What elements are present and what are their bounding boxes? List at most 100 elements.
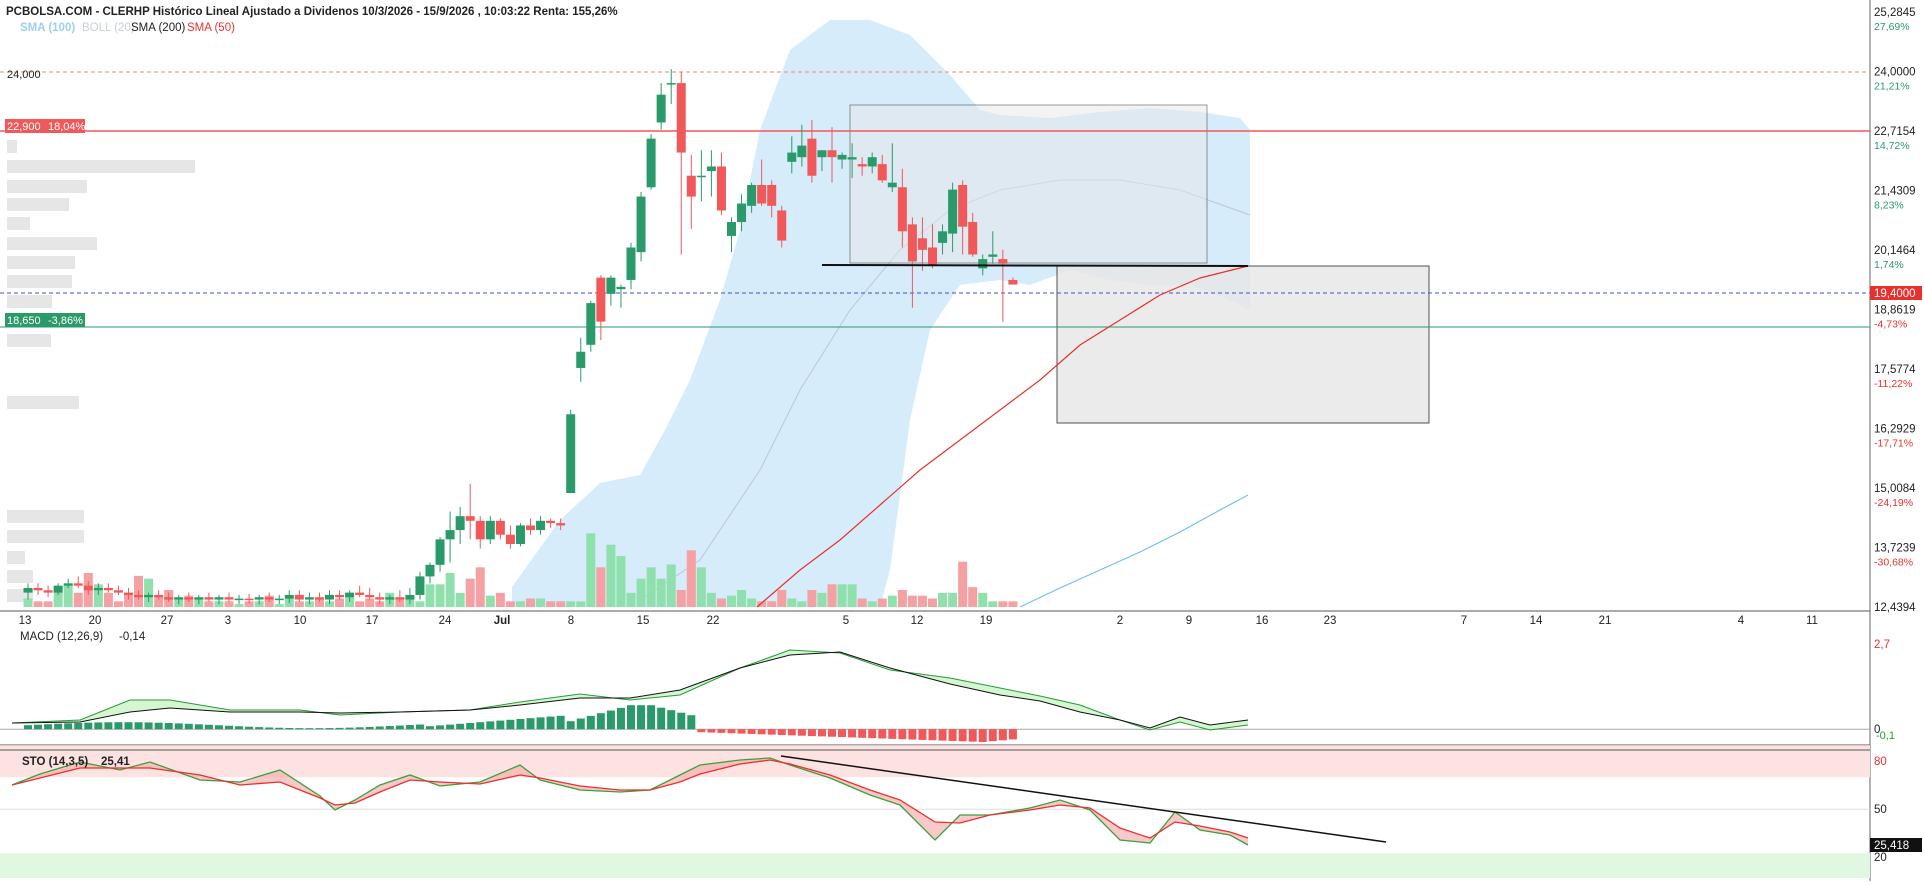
candle-body: [345, 592, 355, 598]
macd-histogram-bar: [516, 718, 525, 730]
macd-histogram-bar: [687, 715, 696, 730]
candle-body: [435, 539, 445, 565]
macd-histogram-bar: [345, 727, 354, 730]
candle-body: [938, 231, 948, 243]
x-tick-label: 16: [1256, 615, 1269, 627]
candle-body: [134, 594, 144, 598]
sto-panel: 80 50 2025,418: [0, 745, 1922, 878]
macd-histogram-bar: [777, 729, 786, 735]
macd-histogram-bar: [807, 729, 816, 737]
candle-body: [586, 303, 596, 345]
volume-bar: [495, 592, 505, 607]
candle-body: [375, 597, 385, 600]
sto-current-label: 25,418: [1874, 840, 1909, 852]
candle-body: [706, 166, 716, 172]
macd-histogram-bar: [506, 719, 515, 730]
macd-histogram-bar: [245, 726, 254, 730]
x-tick-label: 15: [637, 615, 650, 627]
macd-histogram-bar: [164, 723, 173, 730]
macd-histogram-bar: [828, 729, 836, 737]
candle-body: [626, 247, 636, 280]
volume-bar: [897, 590, 907, 607]
volume-bar: [636, 578, 646, 607]
volume-bar: [817, 592, 827, 607]
price-tick-pct: 27,69%: [1874, 21, 1910, 33]
volume-bar: [706, 592, 716, 607]
resistance-top-label: 24,000: [7, 69, 41, 81]
candle-body: [696, 175, 706, 178]
macd-histogram-bar: [998, 729, 1007, 741]
volume-bar: [958, 561, 968, 607]
volume-profile-bar: [7, 275, 72, 288]
candle-body: [23, 587, 33, 593]
x-tick-label: 11: [1806, 615, 1818, 627]
macd-histogram-bar: [838, 729, 847, 738]
macd-histogram-bar: [787, 729, 796, 736]
macd-histogram-bar: [747, 729, 756, 734]
candle-body: [867, 157, 877, 167]
x-tick-label: 20: [89, 615, 102, 627]
candle-body: [264, 597, 274, 600]
macd-histogram-bar: [255, 727, 264, 730]
candle-body: [63, 583, 73, 586]
volume-profile-bar: [7, 160, 195, 173]
sto-tick-label: 20: [1874, 852, 1887, 864]
macd-histogram-bar: [908, 729, 917, 740]
volume-bar: [355, 601, 365, 607]
neckline: [821, 264, 1249, 267]
volume-bar: [606, 544, 616, 607]
chart-root: 22,900 18,04% 18,650 -3,86% 2,7 0 -0,1 80 50 20…: [0, 0, 1924, 881]
candle-body: [395, 597, 405, 600]
price-tick-pct: -17,71%: [1874, 438, 1913, 450]
volume-bar: [335, 598, 345, 607]
volume-bar: [274, 604, 284, 607]
macd-histogram-bar: [44, 724, 53, 730]
candle-body: [144, 594, 154, 598]
macd-title: MACD (12,26,9): [20, 631, 103, 643]
candle-body: [385, 597, 395, 600]
candle-body: [284, 594, 294, 599]
macd-histogram-bar: [727, 729, 736, 734]
text-layer: PCBOLSA.COM - CLERHP Histórico Lineal Aj…: [6, 6, 618, 768]
candle-body: [425, 564, 435, 577]
candle-body: [968, 222, 978, 255]
macd-histogram-bar: [225, 725, 233, 730]
price-tick-label: 17,5774: [1874, 364, 1916, 376]
candle-body: [244, 598, 254, 601]
price-tick-pct: -11,22%: [1874, 378, 1912, 390]
volume-bar: [928, 598, 937, 607]
macd-histogram-bar: [134, 722, 143, 730]
volume-bar: [445, 573, 455, 607]
macd-histogram-bar: [385, 726, 394, 730]
macd-histogram-bar: [657, 707, 666, 730]
macd-histogram-bar: [737, 729, 746, 734]
candle-body: [978, 259, 988, 269]
price-tick-pct: -30,68%: [1874, 557, 1913, 569]
x-tick-label: 8: [568, 615, 574, 627]
volume-bar: [827, 584, 837, 607]
candle-body: [43, 590, 53, 593]
macd-histogram-bar: [596, 713, 605, 730]
price-tick-label: 21,4309: [1874, 186, 1916, 198]
candle-body: [928, 247, 937, 267]
candle-body: [33, 587, 43, 591]
candle-body: [465, 516, 475, 521]
sto-title: STO (14,3,5): [22, 756, 88, 768]
sto-tick-label: 80: [1874, 756, 1887, 768]
volume-bar: [365, 598, 375, 607]
volume-bar: [294, 601, 304, 607]
volume-bar: [73, 592, 83, 607]
macd-histogram-bar: [576, 718, 585, 730]
macd-histogram-bar: [938, 729, 947, 741]
candle-body: [666, 83, 676, 85]
volume-bar: [485, 595, 495, 607]
macd-tick-label: 2,7: [1874, 639, 1890, 651]
candle-body: [526, 525, 535, 531]
x-tick-label: 7: [1461, 615, 1467, 627]
chart-svg[interactable]: 22,900 18,04% 18,650 -3,86% 2,70-0,1 80 50 20…: [0, 0, 1924, 881]
volume-bar: [515, 601, 525, 607]
macd-histogram-bar: [456, 723, 465, 730]
candle-body: [877, 164, 887, 181]
price-tick-label: 13,7239: [1874, 543, 1916, 555]
candle-body: [234, 598, 244, 601]
